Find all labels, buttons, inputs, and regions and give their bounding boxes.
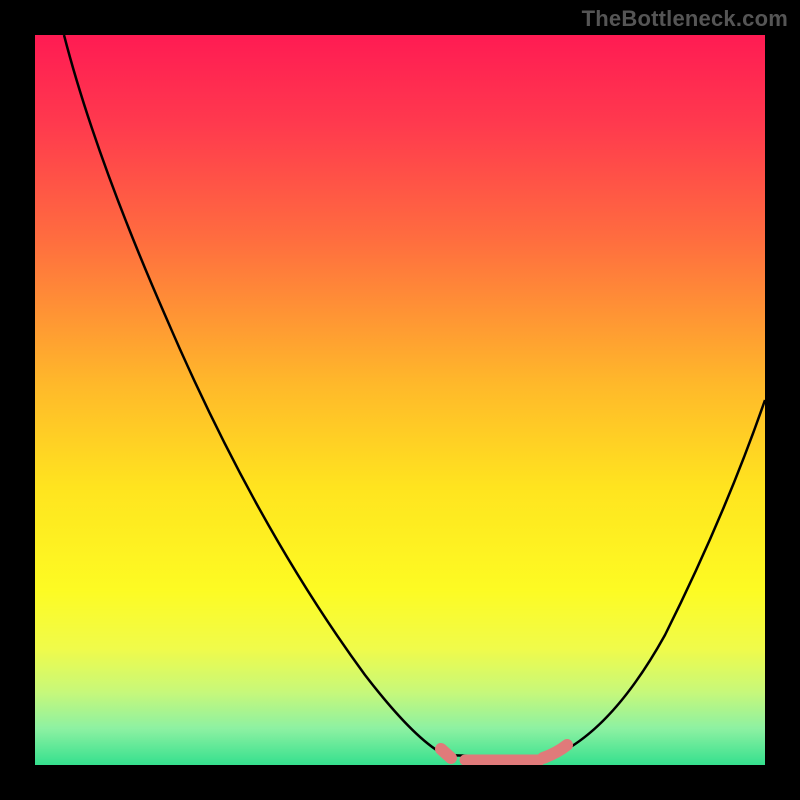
watermark-text: TheBottleneck.com: [582, 6, 788, 32]
bottleneck-curve: [64, 35, 765, 760]
curve-left: [64, 35, 445, 755]
curve-svg: [35, 35, 765, 765]
highlight-right: [543, 745, 567, 758]
highlight-dot-left: [441, 749, 451, 758]
curve-right: [560, 400, 765, 753]
plot-area: [35, 35, 765, 765]
chart-frame: TheBottleneck.com: [0, 0, 800, 800]
